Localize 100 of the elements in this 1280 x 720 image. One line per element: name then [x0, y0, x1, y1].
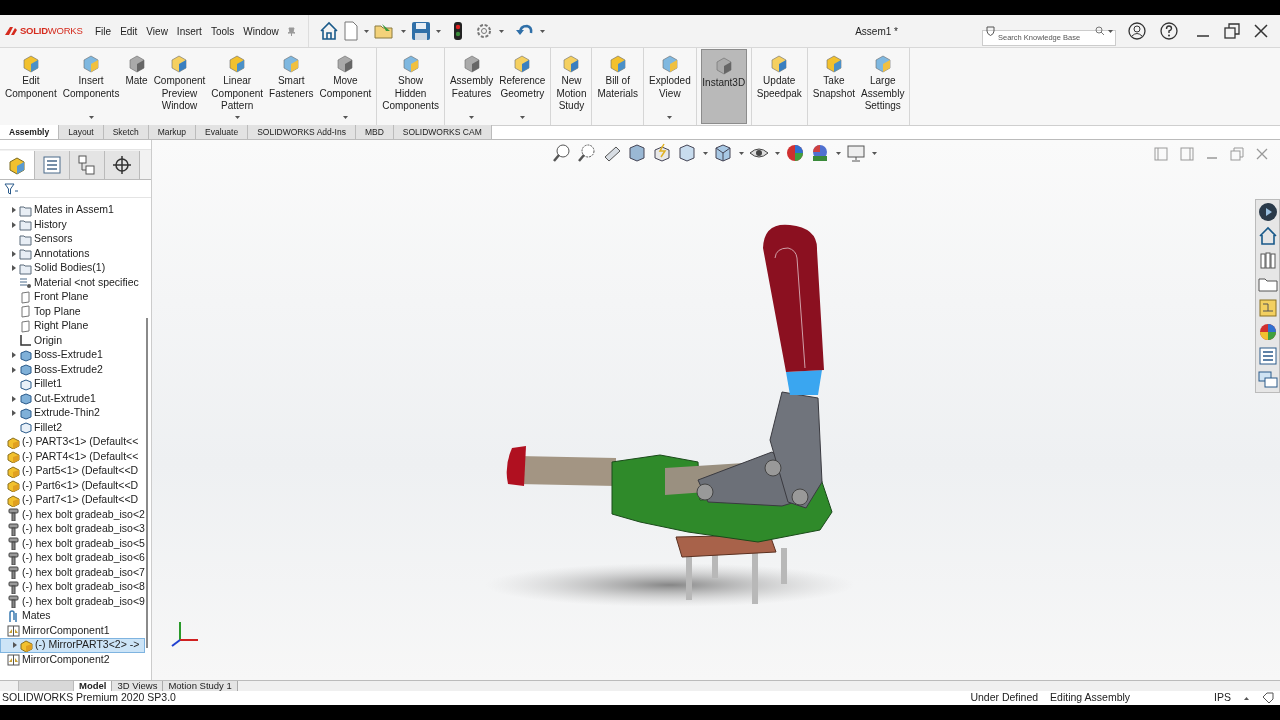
- ribbon-button[interactable]: Mate: [122, 48, 151, 125]
- tree-item[interactable]: Top Plane: [0, 304, 145, 319]
- tree-item[interactable]: Right Plane: [0, 319, 145, 334]
- ribbon-button[interactable]: Insert Components: [59, 48, 123, 125]
- expand-arrow-icon[interactable]: [11, 220, 17, 229]
- tree-item[interactable]: (-) Part7<1> (Default<<D: [0, 493, 145, 508]
- menu-item[interactable]: View: [146, 23, 168, 39]
- sphere-icon[interactable]: [785, 143, 805, 163]
- caret-icon[interactable]: [871, 150, 877, 156]
- expand-arrow-icon[interactable]: [11, 206, 17, 215]
- tree-item[interactable]: (-) hex bolt gradeab_iso<5: [0, 536, 145, 551]
- ribbon-button[interactable]: Reference Geometry: [496, 48, 549, 125]
- ribbon-button[interactable]: Bill of Materials: [594, 48, 641, 125]
- tree-item[interactable]: Sensors: [0, 232, 145, 247]
- menu-item[interactable]: Tools: [210, 23, 235, 39]
- search-icon[interactable]: [1095, 26, 1104, 35]
- command-tab[interactable]: SOLIDWORKS CAM: [393, 125, 492, 139]
- ribbon-button[interactable]: Assembly Features: [446, 48, 497, 125]
- caret-icon[interactable]: [1107, 29, 1113, 34]
- tree-item[interactable]: Extrude-Thin2: [0, 406, 145, 421]
- tree-item[interactable]: (-) hex bolt gradeab_iso<8: [0, 580, 145, 595]
- caret-icon[interactable]: [538, 28, 546, 34]
- expand-arrow-icon[interactable]: [11, 394, 17, 403]
- ribbon-button[interactable]: Take Snapshot: [809, 48, 859, 125]
- tree-item[interactable]: Front Plane: [0, 290, 145, 305]
- tree-item[interactable]: Origin: [0, 333, 145, 348]
- expand-arrow-icon[interactable]: [11, 264, 17, 273]
- units-selector[interactable]: IPS: [1214, 690, 1231, 706]
- caret-icon[interactable]: [835, 150, 841, 156]
- caret-icon[interactable]: [233, 115, 241, 120]
- tree-item[interactable]: MirrorComponent2: [0, 652, 145, 667]
- tree-item[interactable]: Annotations: [0, 246, 145, 261]
- pin-icon[interactable]: [286, 26, 296, 36]
- command-tab[interactable]: Layout: [59, 125, 104, 139]
- caret-icon[interactable]: [341, 115, 349, 120]
- cube-icon[interactable]: [713, 143, 733, 163]
- tree-item[interactable]: Solid Bodies(1): [0, 261, 145, 276]
- caret-icon[interactable]: [87, 115, 95, 120]
- sphere-icon[interactable]: [810, 143, 830, 163]
- play-icon[interactable]: [1257, 202, 1278, 222]
- tree-item[interactable]: (-) PART4<1> (Default<<: [0, 449, 145, 464]
- tree-item[interactable]: Mates in Assem1: [0, 203, 145, 218]
- tree-item[interactable]: (-) hex bolt gradeab_iso<7: [0, 565, 145, 580]
- caret-icon[interactable]: [774, 150, 780, 156]
- ribbon-button[interactable]: Update Speedpak: [753, 48, 805, 125]
- caret-icon[interactable]: [399, 28, 407, 34]
- tree-item[interactable]: (-) hex bolt gradeab_iso<9: [0, 594, 145, 609]
- configuration-icon[interactable]: [76, 154, 98, 176]
- traffic-light-icon[interactable]: [451, 21, 464, 41]
- tree-item[interactable]: (-) Part6<1> (Default<<D: [0, 478, 145, 493]
- tree-item[interactable]: (-) hex bolt gradeab_iso<6: [0, 551, 145, 566]
- expand-arrow-icon[interactable]: [11, 409, 17, 418]
- tree-item[interactable]: Fillet2: [0, 420, 145, 435]
- tree-item[interactable]: History: [0, 217, 145, 232]
- books-icon[interactable]: [1257, 250, 1278, 270]
- tree-item[interactable]: Mates: [0, 609, 145, 624]
- tag-icon[interactable]: [1262, 692, 1274, 704]
- cube-icon[interactable]: [627, 143, 647, 163]
- command-tab[interactable]: Assembly: [0, 125, 60, 139]
- tree-item[interactable]: (-) Part5<1> (Default<<D: [0, 464, 145, 479]
- tree-item[interactable]: (-) MirrorPART3<2> ->: [0, 638, 145, 653]
- expand-arrow-icon[interactable]: [11, 351, 17, 360]
- list-icon[interactable]: [1257, 346, 1278, 366]
- caret-icon[interactable]: [702, 150, 708, 156]
- save-icon[interactable]: [410, 21, 431, 41]
- command-tab[interactable]: MBD: [355, 125, 394, 139]
- menu-item[interactable]: File: [95, 23, 112, 39]
- caret-icon[interactable]: [1243, 695, 1250, 701]
- caret-icon[interactable]: [666, 115, 674, 120]
- ribbon-button[interactable]: Smart Fasteners: [266, 48, 317, 125]
- command-tab[interactable]: Evaluate: [196, 125, 249, 139]
- cube-icon[interactable]: [677, 143, 697, 163]
- tree-item[interactable]: Fillet1: [0, 377, 145, 392]
- expand-arrow-icon[interactable]: [11, 365, 17, 374]
- command-tab[interactable]: Markup: [148, 125, 197, 139]
- ribbon-button[interactable]: Exploded View: [646, 48, 694, 125]
- ribbon-button[interactable]: Show Hidden Components: [379, 48, 442, 125]
- filter-icon[interactable]: [4, 182, 18, 195]
- zoom-icon[interactable]: [552, 143, 572, 163]
- tree-item[interactable]: MirrorComponent1: [0, 623, 145, 638]
- close-icon[interactable]: [1254, 24, 1268, 38]
- ribbon-button[interactable]: Edit Component: [2, 48, 60, 125]
- home-icon[interactable]: [1257, 226, 1278, 246]
- home-icon[interactable]: [318, 21, 339, 41]
- caret-icon[interactable]: [738, 150, 744, 156]
- caret-icon[interactable]: [434, 28, 442, 34]
- tree-item[interactable]: Material <not specifiec: [0, 275, 145, 290]
- tree-item[interactable]: Boss-Extrude1: [0, 348, 145, 363]
- chat-icon[interactable]: [1257, 370, 1278, 390]
- expand-arrow-icon[interactable]: [11, 249, 17, 258]
- cube-icon[interactable]: [652, 143, 672, 163]
- zoom-icon[interactable]: [577, 143, 597, 163]
- caret-icon[interactable]: [497, 28, 505, 34]
- ribbon-button[interactable]: Instant3D: [700, 49, 747, 124]
- open-folder-icon[interactable]: [373, 21, 396, 41]
- caret-icon[interactable]: [518, 115, 526, 120]
- help-icon[interactable]: [1160, 22, 1178, 40]
- user-icon[interactable]: [1128, 22, 1146, 40]
- ribbon-button[interactable]: Linear Component Pattern: [208, 48, 267, 125]
- caret-icon[interactable]: [362, 28, 370, 34]
